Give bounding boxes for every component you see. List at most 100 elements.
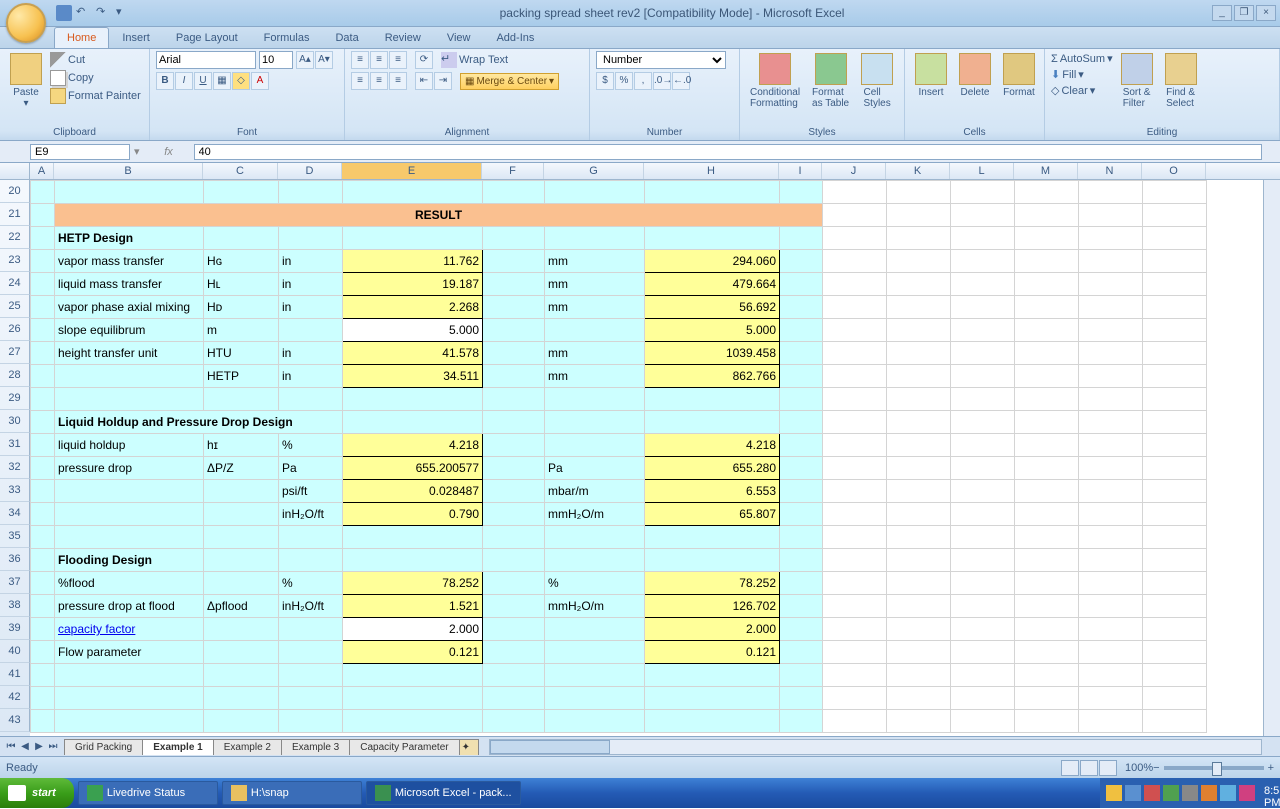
row-header[interactable]: 35 bbox=[0, 525, 30, 548]
worksheet-grid[interactable]: A B C D E F G H I J K L M N O 20 21 22 2… bbox=[0, 163, 1280, 736]
tab-review[interactable]: Review bbox=[372, 27, 434, 48]
row-header[interactable]: 39 bbox=[0, 617, 30, 640]
copy-button[interactable]: Copy bbox=[50, 69, 141, 87]
tray-icon[interactable] bbox=[1201, 785, 1217, 801]
insert-cells-button[interactable]: Insert bbox=[911, 51, 951, 100]
format-cells-button[interactable]: Format bbox=[999, 51, 1039, 100]
number-format-combo[interactable]: Number bbox=[596, 51, 726, 69]
cells-table[interactable]: RESULT HETP Design vapor mass transferHɢ… bbox=[30, 180, 1207, 733]
tab-nav-prev-icon[interactable]: ◀ bbox=[18, 741, 32, 752]
cut-button[interactable]: Cut bbox=[50, 51, 141, 69]
col-header[interactable]: C bbox=[203, 163, 278, 179]
zoom-out-button[interactable]: − bbox=[1153, 762, 1159, 774]
col-header[interactable]: L bbox=[950, 163, 1014, 179]
grow-font-button[interactable]: A▴ bbox=[296, 51, 314, 69]
zoom-slider[interactable] bbox=[1164, 766, 1264, 770]
merge-center-button[interactable]: ▦Merge & Center▾ bbox=[460, 73, 559, 90]
row-header[interactable]: 24 bbox=[0, 272, 30, 295]
capacity-factor-link[interactable]: capacity factor bbox=[58, 622, 135, 636]
col-header[interactable]: D bbox=[278, 163, 342, 179]
dec-decimal-button[interactable]: ←.0 bbox=[672, 72, 690, 90]
clear-button[interactable]: ◇Clear▾ bbox=[1051, 83, 1113, 98]
comma-button[interactable]: , bbox=[634, 72, 652, 90]
tab-nav-next-icon[interactable]: ▶ bbox=[32, 741, 46, 752]
row-header[interactable]: 25 bbox=[0, 295, 30, 318]
taskbar-item[interactable]: Livedrive Status bbox=[78, 781, 218, 805]
row-header[interactable]: 22 bbox=[0, 226, 30, 249]
italic-button[interactable]: I bbox=[175, 72, 193, 90]
format-painter-button[interactable]: Format Painter bbox=[50, 87, 141, 105]
row-header[interactable]: 36 bbox=[0, 548, 30, 571]
row-header[interactable]: 27 bbox=[0, 341, 30, 364]
zoom-level[interactable]: 100% bbox=[1125, 762, 1153, 774]
inc-decimal-button[interactable]: .0→ bbox=[653, 72, 671, 90]
view-layout-icon[interactable] bbox=[1080, 760, 1098, 776]
row-header[interactable]: 30 bbox=[0, 410, 30, 433]
tray-icon[interactable] bbox=[1220, 785, 1236, 801]
col-header[interactable]: M bbox=[1014, 163, 1078, 179]
name-box[interactable] bbox=[30, 144, 130, 160]
conditional-formatting-button[interactable]: Conditional Formatting bbox=[746, 51, 804, 111]
row-header[interactable]: 23 bbox=[0, 249, 30, 272]
view-pagebreak-icon[interactable] bbox=[1099, 760, 1117, 776]
col-header[interactable]: E bbox=[342, 163, 482, 179]
indent-dec-button[interactable]: ⇤ bbox=[415, 72, 433, 90]
row-header[interactable]: 32 bbox=[0, 456, 30, 479]
col-header[interactable]: N bbox=[1078, 163, 1142, 179]
col-header[interactable]: F bbox=[482, 163, 544, 179]
tray-icon[interactable] bbox=[1125, 785, 1141, 801]
row-header[interactable]: 38 bbox=[0, 594, 30, 617]
col-header[interactable]: H bbox=[644, 163, 779, 179]
percent-button[interactable]: % bbox=[615, 72, 633, 90]
tab-nav-last-icon[interactable]: ⏭ bbox=[46, 741, 60, 752]
fx-icon[interactable]: fx bbox=[164, 146, 173, 158]
taskbar-item[interactable]: H:\snap bbox=[222, 781, 362, 805]
view-normal-icon[interactable] bbox=[1061, 760, 1079, 776]
sheet-tab[interactable]: Capacity Parameter bbox=[349, 739, 459, 755]
sheet-tab[interactable]: Example 1 bbox=[142, 739, 213, 755]
indent-inc-button[interactable]: ⇥ bbox=[434, 72, 452, 90]
col-header[interactable]: I bbox=[779, 163, 822, 179]
row-header[interactable]: 37 bbox=[0, 571, 30, 594]
col-header[interactable]: O bbox=[1142, 163, 1206, 179]
row-header[interactable]: 41 bbox=[0, 663, 30, 686]
row-header[interactable]: 42 bbox=[0, 686, 30, 709]
horizontal-scrollbar[interactable] bbox=[489, 739, 1262, 755]
align-bottom-button[interactable]: ≡ bbox=[389, 51, 407, 69]
align-right-button[interactable]: ≡ bbox=[389, 72, 407, 90]
new-sheet-tab[interactable]: ✦ bbox=[459, 739, 479, 755]
row-header[interactable]: 28 bbox=[0, 364, 30, 387]
tab-formulas[interactable]: Formulas bbox=[251, 27, 323, 48]
row-header[interactable]: 43 bbox=[0, 709, 30, 732]
wrap-text-button[interactable]: ↵Wrap Text bbox=[441, 51, 508, 69]
start-button[interactable]: start bbox=[0, 778, 74, 808]
formula-input[interactable] bbox=[194, 144, 1262, 160]
tab-addins[interactable]: Add-Ins bbox=[483, 27, 547, 48]
tab-nav-first-icon[interactable]: ⏮ bbox=[4, 741, 18, 752]
sort-filter-button[interactable]: Sort & Filter bbox=[1117, 51, 1157, 111]
undo-icon[interactable]: ↶ bbox=[76, 5, 92, 21]
zoom-in-button[interactable]: + bbox=[1268, 762, 1274, 774]
close-button[interactable]: × bbox=[1256, 5, 1276, 21]
tray-icon[interactable] bbox=[1144, 785, 1160, 801]
tab-page-layout[interactable]: Page Layout bbox=[163, 27, 251, 48]
office-button[interactable] bbox=[6, 3, 46, 43]
tray-icon[interactable] bbox=[1163, 785, 1179, 801]
select-all-corner[interactable] bbox=[0, 163, 30, 179]
autosum-button[interactable]: ΣAutoSum▾ bbox=[1051, 51, 1113, 66]
vertical-scrollbar[interactable] bbox=[1263, 180, 1280, 736]
fill-button[interactable]: ⬇Fill▾ bbox=[1051, 67, 1113, 82]
row-header[interactable]: 29 bbox=[0, 387, 30, 410]
row-header[interactable]: 21 bbox=[0, 203, 30, 226]
font-color-button[interactable]: A bbox=[251, 72, 269, 90]
row-header[interactable]: 34 bbox=[0, 502, 30, 525]
align-center-button[interactable]: ≡ bbox=[370, 72, 388, 90]
col-header[interactable]: K bbox=[886, 163, 950, 179]
save-icon[interactable] bbox=[56, 5, 72, 21]
clock[interactable]: 8:51 PM bbox=[1258, 785, 1274, 801]
row-header[interactable]: 26 bbox=[0, 318, 30, 341]
shrink-font-button[interactable]: A▾ bbox=[315, 51, 333, 69]
restore-button[interactable]: ❐ bbox=[1234, 5, 1254, 21]
align-top-button[interactable]: ≡ bbox=[351, 51, 369, 69]
row-header[interactable]: 31 bbox=[0, 433, 30, 456]
